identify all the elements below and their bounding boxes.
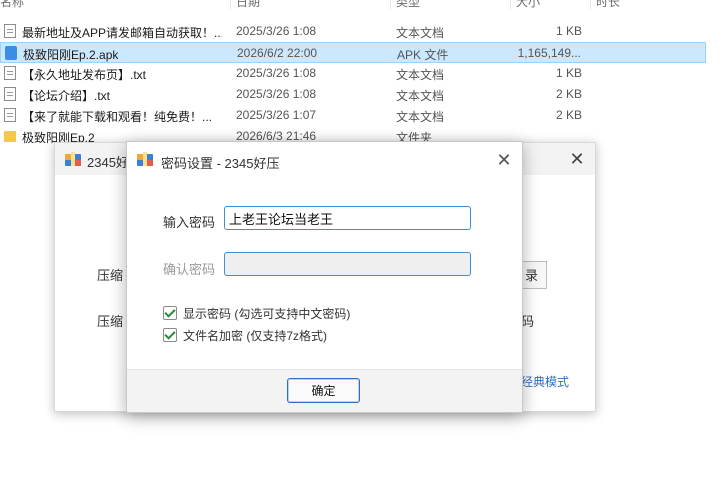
password-input[interactable]	[224, 206, 471, 230]
file-size: 1 KB	[555, 66, 582, 80]
file-date: 2025/3/26 1:08	[236, 66, 317, 80]
file-size: 1,165,149...	[517, 46, 581, 60]
compress-dialog-title: 2345好	[87, 155, 129, 170]
file-date: 2025/3/26 1:08	[236, 24, 317, 38]
haozip-logo-icon	[137, 152, 153, 166]
file-type: 文本文档	[396, 89, 445, 103]
file-date: 2025/3/26 1:08	[236, 87, 317, 101]
file-name: 【来了就能下载和观看！纯免费！...	[22, 110, 213, 124]
file-row[interactable]: 【永久地址发布页】.txt 2025/3/26 1:08 文本文档 1 KB	[0, 63, 720, 84]
column-size[interactable]: 大小	[516, 0, 540, 9]
apk-file-icon	[5, 46, 17, 60]
file-name: 极致阳刚Ep.2.apk	[23, 48, 119, 62]
compress-label: 压缩	[97, 314, 124, 329]
text-file-icon	[4, 87, 16, 101]
file-size: 2 KB	[555, 108, 582, 122]
text-file-icon	[4, 24, 16, 38]
ok-button[interactable]: 确定	[287, 378, 360, 403]
file-row[interactable]: 【来了就能下载和观看！纯免费！... 2025/3/26 1:07 文本文档 2…	[0, 105, 720, 126]
column-date[interactable]: 日期	[236, 0, 260, 9]
file-name: 【永久地址发布页】.txt	[22, 68, 147, 82]
password-dialog-title: 密码设置 - 2345好压	[161, 156, 280, 171]
file-row-selected[interactable]: 极致阳刚Ep.2.apk 2026/6/2 22:00 APK 文件 1,165…	[0, 42, 706, 63]
password-label: 输入密码	[163, 215, 216, 230]
file-name: 最新地址及APP请发邮箱自动获取！...	[22, 26, 222, 40]
file-name: 【论坛介绍】.txt	[22, 89, 111, 103]
column-type[interactable]: 类型	[396, 0, 420, 9]
file-row[interactable]: 【论坛介绍】.txt 2025/3/26 1:08 文本文档 2 KB	[0, 84, 720, 105]
confirm-password-label: 确认密码	[163, 262, 216, 277]
close-icon[interactable]: ✕	[567, 149, 587, 169]
close-icon[interactable]: ✕	[494, 150, 514, 170]
password-dialog-titlebar: 密码设置 - 2345好压 ✕	[127, 142, 522, 176]
file-type: 文本文档	[396, 26, 445, 40]
encrypt-filenames-label: 文件名加密 (仅支持7z格式)	[183, 329, 328, 343]
password-dialog-footer: 确定	[127, 369, 522, 412]
checkbox-checked-icon[interactable]	[163, 306, 177, 320]
text-file-icon	[4, 108, 16, 122]
haozip-logo-icon	[65, 152, 81, 166]
file-list: 最新地址及APP请发邮箱自动获取！... 2025/3/26 1:08 文本文档…	[0, 21, 720, 147]
file-date: 2025/3/26 1:07	[236, 108, 317, 122]
column-duration[interactable]: 时长	[596, 0, 620, 9]
file-size: 2 KB	[555, 87, 582, 101]
show-password-label: 显示密码 (勾选可支持中文密码)	[183, 307, 351, 321]
column-name[interactable]: 名称	[0, 0, 24, 9]
file-type: 文本文档	[396, 110, 445, 124]
file-row[interactable]: 最新地址及APP请发邮箱自动获取！... 2025/3/26 1:08 文本文档…	[0, 21, 720, 42]
file-date: 2026/6/2 22:00	[237, 46, 318, 60]
column-header: 名称 日期 类型 大小 时长	[0, 0, 720, 9]
password-dialog: 密码设置 - 2345好压 ✕ 输入密码 确认密码 显示密码 (勾选可支持中文密…	[126, 141, 523, 413]
checkbox-checked-icon[interactable]	[163, 328, 177, 342]
confirm-password-input[interactable]	[224, 252, 471, 276]
file-type: 文本文档	[396, 68, 445, 82]
classic-mode-link[interactable]: 经典模式	[521, 373, 569, 390]
file-size: 1 KB	[555, 24, 582, 38]
text-file-icon	[4, 66, 16, 80]
compress-label: 压缩	[97, 268, 124, 283]
folder-icon	[4, 131, 16, 142]
file-type: APK 文件	[397, 48, 449, 62]
